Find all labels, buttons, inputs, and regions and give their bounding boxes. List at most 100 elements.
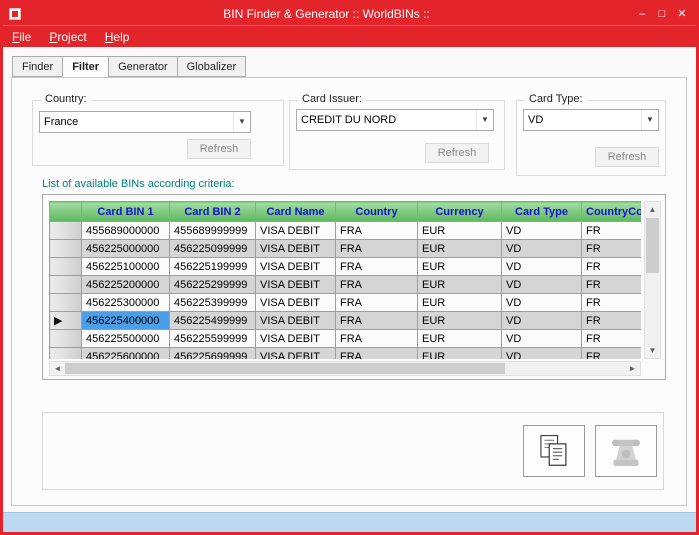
grid-cell[interactable]: EUR — [418, 222, 502, 240]
maximize-button[interactable]: □ — [652, 5, 672, 23]
minimize-button[interactable]: – — [632, 5, 652, 23]
grid-cell[interactable]: FRA — [336, 240, 418, 258]
grid-column-header[interactable]: Currency — [418, 202, 502, 222]
grid-cell[interactable]: 456225400000 — [82, 312, 170, 330]
grid-cell[interactable]: 456225399999 — [170, 294, 256, 312]
country-refresh-button[interactable]: Refresh — [187, 139, 251, 159]
grid-cell[interactable]: 455689000000 — [82, 222, 170, 240]
grid-column-header[interactable]: Country — [336, 202, 418, 222]
grid-cell[interactable]: VD — [502, 276, 582, 294]
grid-cell[interactable]: FRA — [336, 294, 418, 312]
grid-cell[interactable]: VD — [502, 348, 582, 360]
grid-cell[interactable]: VISA DEBIT — [256, 222, 336, 240]
grid-cell[interactable]: EUR — [418, 312, 502, 330]
card-issuer-value: CREDIT DU NORD — [297, 114, 476, 126]
grid-cell[interactable]: EUR — [418, 348, 502, 360]
menu-project[interactable]: Project — [40, 28, 95, 46]
close-button[interactable]: ✕ — [672, 5, 692, 23]
grid-cell[interactable]: FR — [582, 240, 642, 258]
menu-help[interactable]: Help — [96, 28, 139, 46]
vertical-scroll-thumb[interactable] — [646, 218, 659, 273]
grid-cell[interactable]: 456225299999 — [170, 276, 256, 294]
grid-cell[interactable]: FR — [582, 330, 642, 348]
grid-cell[interactable]: VISA DEBIT — [256, 330, 336, 348]
row-selector[interactable] — [50, 294, 82, 312]
grid-cell[interactable]: 455689999999 — [170, 222, 256, 240]
row-selector[interactable] — [50, 348, 82, 360]
grid-column-header[interactable]: Card Type — [502, 202, 582, 222]
grid-cell[interactable]: EUR — [418, 240, 502, 258]
grid-cell[interactable]: FR — [582, 276, 642, 294]
grid-cell[interactable]: VISA DEBIT — [256, 312, 336, 330]
grid-cell[interactable]: FR — [582, 294, 642, 312]
grid-cell[interactable]: FRA — [336, 258, 418, 276]
scroll-left-icon[interactable]: ◄ — [50, 362, 65, 375]
row-selector[interactable]: ▶ — [50, 312, 82, 330]
country-combobox[interactable]: France ▼ — [39, 111, 251, 133]
grid-column-header[interactable]: Card BIN 2 — [170, 202, 256, 222]
tab-filter[interactable]: Filter — [62, 56, 108, 77]
horizontal-scrollbar[interactable]: ◄ ► — [49, 361, 641, 376]
grid-cell[interactable]: VD — [502, 240, 582, 258]
dial-button[interactable] — [595, 425, 657, 477]
grid-cell[interactable]: EUR — [418, 294, 502, 312]
grid-cell[interactable]: 456225000000 — [82, 240, 170, 258]
scroll-right-icon[interactable]: ► — [625, 362, 640, 375]
grid-cell[interactable]: FRA — [336, 348, 418, 360]
horizontal-scroll-thumb[interactable] — [65, 363, 505, 374]
grid-cell[interactable]: EUR — [418, 276, 502, 294]
vertical-scrollbar[interactable]: ▲ ▼ — [644, 201, 661, 359]
grid-cell[interactable]: VISA DEBIT — [256, 240, 336, 258]
grid-column-header[interactable]: Card BIN 1 — [82, 202, 170, 222]
grid-cell[interactable]: 456225499999 — [170, 312, 256, 330]
grid-cell[interactable]: VISA DEBIT — [256, 294, 336, 312]
grid-cell[interactable]: 456225699999 — [170, 348, 256, 360]
grid-cell[interactable]: FRA — [336, 312, 418, 330]
grid-cell[interactable]: FR — [582, 312, 642, 330]
scroll-down-icon[interactable]: ▼ — [645, 343, 660, 358]
grid-cell[interactable]: 456225199999 — [170, 258, 256, 276]
tab-generator[interactable]: Generator — [108, 56, 177, 77]
card-issuer-combobox[interactable]: CREDIT DU NORD ▼ — [296, 109, 494, 131]
tab-finder[interactable]: Finder — [12, 56, 62, 77]
grid-cell[interactable]: 456225100000 — [82, 258, 170, 276]
grid-cell[interactable]: VISA DEBIT — [256, 348, 336, 360]
grid-cell[interactable]: VD — [502, 258, 582, 276]
grid-cell[interactable]: 456225200000 — [82, 276, 170, 294]
grid-cell[interactable]: 456225099999 — [170, 240, 256, 258]
grid-column-header[interactable]: Card Name — [256, 202, 336, 222]
grid-cell[interactable]: 456225599999 — [170, 330, 256, 348]
grid-cell[interactable]: FR — [582, 258, 642, 276]
grid-cell[interactable]: FRA — [336, 276, 418, 294]
grid-cell[interactable]: VD — [502, 222, 582, 240]
grid-cell[interactable]: FRA — [336, 222, 418, 240]
grid-cell[interactable]: 456225500000 — [82, 330, 170, 348]
grid-cell[interactable]: VISA DEBIT — [256, 276, 336, 294]
grid-cell[interactable]: VD — [502, 294, 582, 312]
row-selector[interactable] — [50, 258, 82, 276]
country-label: Country: — [41, 93, 91, 105]
card-type-combobox[interactable]: VD ▼ — [523, 109, 659, 131]
row-selector[interactable] — [50, 276, 82, 294]
grid-cell[interactable]: 456225600000 — [82, 348, 170, 360]
tab-globalizer[interactable]: Globalizer — [177, 56, 247, 77]
row-selector[interactable] — [50, 240, 82, 258]
grid-cell[interactable]: FRA — [336, 330, 418, 348]
grid-cell[interactable]: VD — [502, 312, 582, 330]
grid-cell[interactable]: EUR — [418, 258, 502, 276]
grid-cell[interactable]: FR — [582, 348, 642, 360]
grid-column-header[interactable]: CountryCod — [582, 202, 642, 222]
scroll-up-icon[interactable]: ▲ — [645, 202, 660, 217]
card-type-refresh-button[interactable]: Refresh — [595, 147, 659, 167]
grid-cell[interactable]: 456225300000 — [82, 294, 170, 312]
row-selector[interactable] — [50, 222, 82, 240]
grid-cell[interactable]: EUR — [418, 330, 502, 348]
grid-cell[interactable]: VD — [502, 330, 582, 348]
grid-cell[interactable]: FR — [582, 222, 642, 240]
copy-bins-button[interactable] — [523, 425, 585, 477]
row-selector[interactable] — [50, 330, 82, 348]
grid-corner-cell[interactable] — [50, 202, 82, 222]
grid-cell[interactable]: VISA DEBIT — [256, 258, 336, 276]
card-issuer-refresh-button[interactable]: Refresh — [425, 143, 489, 163]
menu-file[interactable]: File — [3, 28, 40, 46]
